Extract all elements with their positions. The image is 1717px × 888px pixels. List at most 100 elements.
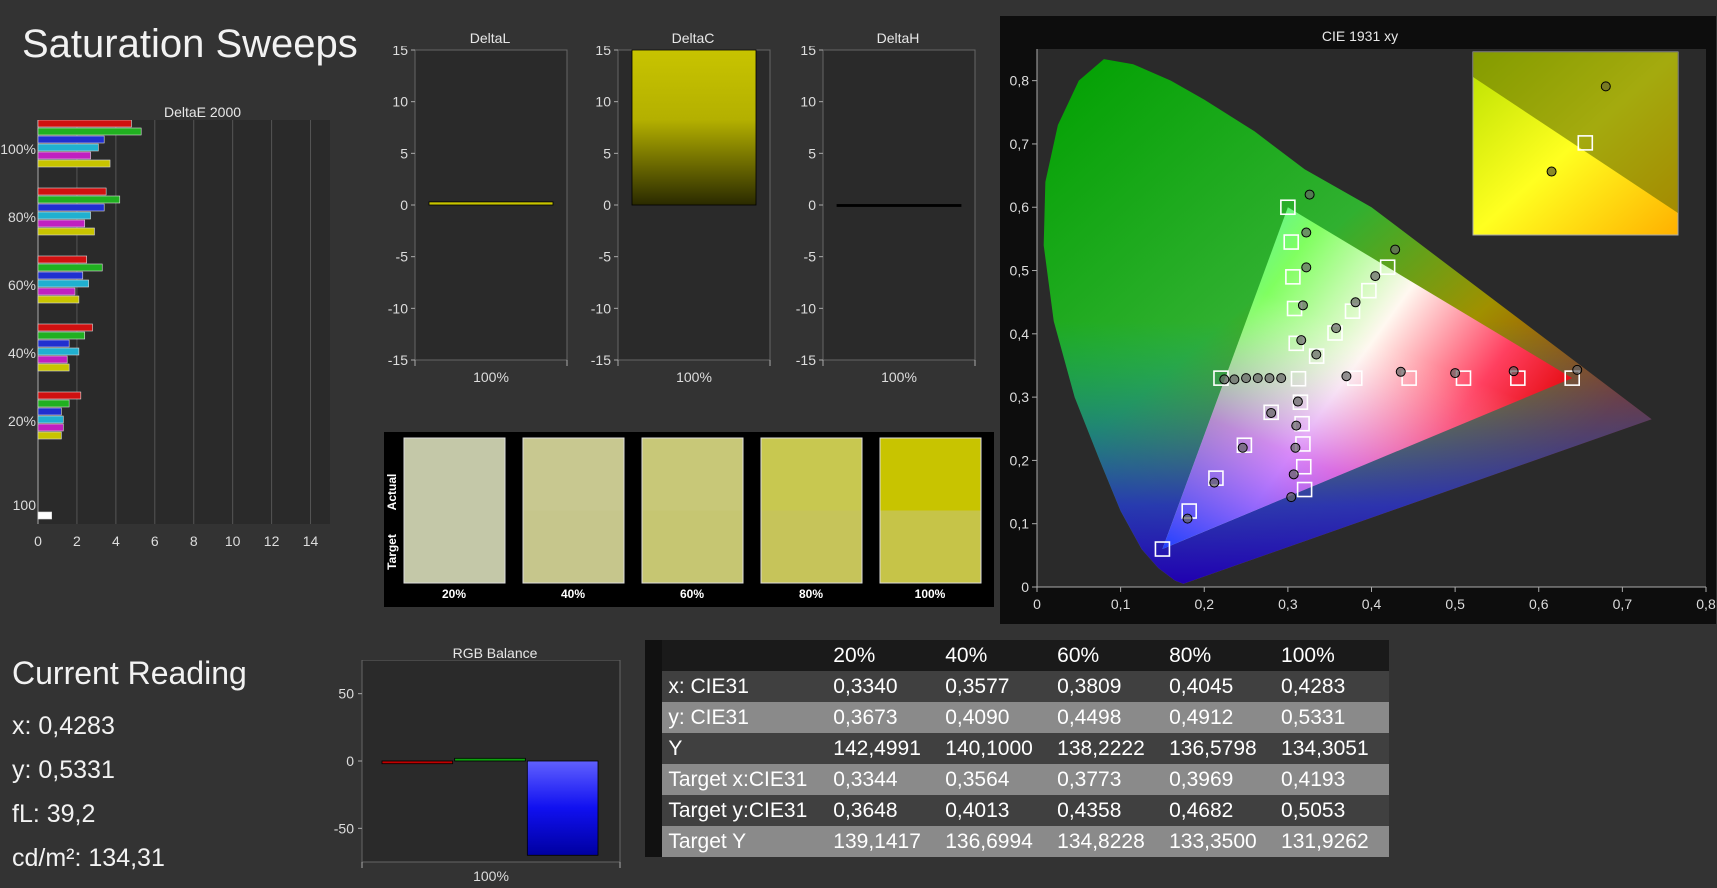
deltae-bar (37, 331, 86, 340)
table-cell: 40% (945, 644, 988, 667)
deltah-y-tick: -5 (804, 249, 817, 265)
deltal-y-tick: -15 (388, 352, 408, 368)
deltae-bar (37, 287, 76, 296)
cie-x-tick: 0,3 (1278, 596, 1298, 612)
cie-x-tick: 0 (1033, 596, 1041, 612)
cie-x-tick: 0,8 (1696, 596, 1716, 612)
table-cell: 139,1417 (833, 830, 921, 853)
table-row: Y 142,4991 140,1000 138,2222 136,5798 134,305… (645, 733, 1389, 764)
cie-measured-point (1252, 373, 1263, 384)
deltah-bar (836, 204, 962, 207)
cie-x-tick: 0,1 (1111, 596, 1131, 612)
deltae-bar (37, 255, 87, 264)
table-row: x: CIE31 0,3340 0,3577 0,3809 0,4045 0,4283 (645, 671, 1389, 702)
deltah-x-label: 100% (881, 369, 917, 385)
deltae-x-tick: 10 (225, 533, 241, 549)
page-title: Saturation Sweeps (22, 22, 358, 66)
cie-measured-point (1350, 297, 1361, 308)
deltac-y-tick: -5 (599, 249, 612, 265)
deltal-y-tick: 15 (392, 46, 408, 58)
cie-measured-point (1288, 469, 1299, 480)
reading-x: x: 0,4283 (12, 712, 115, 740)
deltae-x-tick: 2 (73, 533, 81, 549)
cie-inset-point (1600, 81, 1611, 92)
cie-measured-point (1276, 373, 1287, 384)
rgb-y-tick: 50 (338, 686, 354, 702)
table-row-label: Target y:CIE31 (668, 799, 808, 822)
deltal-chart: 15 10 5 0 -5 -10 -15 100% (388, 46, 568, 385)
deltae-bar (37, 219, 86, 228)
rgb-bar (526, 760, 599, 856)
cie-measured-point (1508, 366, 1519, 377)
table-cell: 0,3344 (833, 768, 898, 791)
swatch-actual (642, 438, 743, 511)
deltae-group-label: 100 (13, 497, 37, 513)
deltae-bar (37, 511, 52, 520)
deltal-y-tick: -5 (396, 249, 409, 265)
deltae-x-tick: 8 (190, 533, 198, 549)
swatch-actual (404, 438, 505, 511)
rgb-y-tick: -50 (334, 820, 354, 836)
table-cell: 134,8228 (1057, 830, 1145, 853)
cie-measured-point (1450, 368, 1461, 379)
table-cell: 0,4912 (1169, 706, 1234, 729)
data-table: 20% 40% 60% 80% 100% x: CIE31 0,3340 0,3577 0,38… (645, 640, 1389, 857)
deltal-y-tick: 10 (392, 94, 408, 110)
cie-measured-point (1266, 407, 1277, 418)
cie-measured-point (1572, 364, 1583, 375)
cie-measured-point (1304, 189, 1315, 200)
rgb-bar (454, 757, 526, 762)
table-cell: 142,4991 (833, 737, 921, 760)
cie-x-tick: 0,6 (1529, 596, 1549, 612)
deltac-y-tick: 0 (603, 197, 611, 213)
deltae-bar (37, 203, 105, 212)
deltal-y-tick: 5 (400, 145, 408, 161)
table-cell: 0,4090 (945, 706, 1010, 729)
swatch-label: 20% (442, 587, 466, 601)
deltac-y-tick: 5 (603, 145, 611, 161)
deltac-x-label: 100% (676, 369, 712, 385)
table-header: 20% 40% 60% 80% 100% (645, 640, 1389, 671)
swatch-label: 60% (680, 587, 704, 601)
cie-y-tick: 0,7 (1010, 136, 1030, 152)
rgb-balance-title: RGB Balance (452, 645, 538, 661)
deltae-group-label: 20% (8, 413, 36, 429)
cie-measured-point (1370, 271, 1381, 282)
cie-measured-point (1229, 374, 1240, 385)
table-row-label: Y (668, 737, 683, 760)
table-cell: 0,3340 (833, 675, 898, 698)
deltae-bar (37, 347, 80, 356)
deltae-bar (37, 399, 70, 408)
deltac-y-tick: -15 (591, 352, 611, 368)
deltae-bar (37, 151, 91, 160)
deltae-group-label: 60% (8, 277, 36, 293)
deltae-bar (37, 323, 93, 332)
table-cell: 0,3648 (833, 799, 898, 822)
table-cell: 140,1000 (945, 737, 1033, 760)
deltae-bar (37, 295, 80, 304)
deltae-group-label: 80% (8, 209, 36, 225)
table-cell: 0,4283 (1281, 675, 1346, 698)
table-row: Target y:CIE31 0,3648 0,4013 0,4358 0,4682 0,… (645, 795, 1389, 826)
cie-measured-point (1292, 396, 1303, 407)
deltal-y-tick: -10 (388, 300, 408, 316)
deltal-bar (428, 201, 554, 206)
deltae-x-tick: 14 (303, 533, 319, 549)
deltae-chart: 0 2 4 6 8 10 12 14 100% 80% 60% 40% 20% 100 (0, 120, 330, 549)
deltae-x-tick: 0 (34, 533, 42, 549)
cie-inset-point (1546, 166, 1557, 177)
reading-cdm2: cd/m²: 134,31 (12, 844, 165, 872)
swatch-actual (523, 438, 624, 511)
table-cell: 134,3051 (1281, 737, 1369, 760)
deltae-bar (37, 339, 70, 348)
table-cell: 136,6994 (945, 830, 1033, 853)
deltae-bar (37, 159, 111, 168)
deltac-bar (631, 49, 757, 206)
deltae-x-tick: 4 (112, 533, 120, 549)
deltac-title: DeltaC (671, 30, 715, 46)
cie-y-tick: 0,3 (1010, 389, 1030, 405)
deltae-bar (37, 211, 91, 220)
deltah-y-tick: -10 (796, 300, 816, 316)
deltah-y-tick: -15 (796, 352, 816, 368)
cie-x-tick: 0,5 (1445, 596, 1465, 612)
